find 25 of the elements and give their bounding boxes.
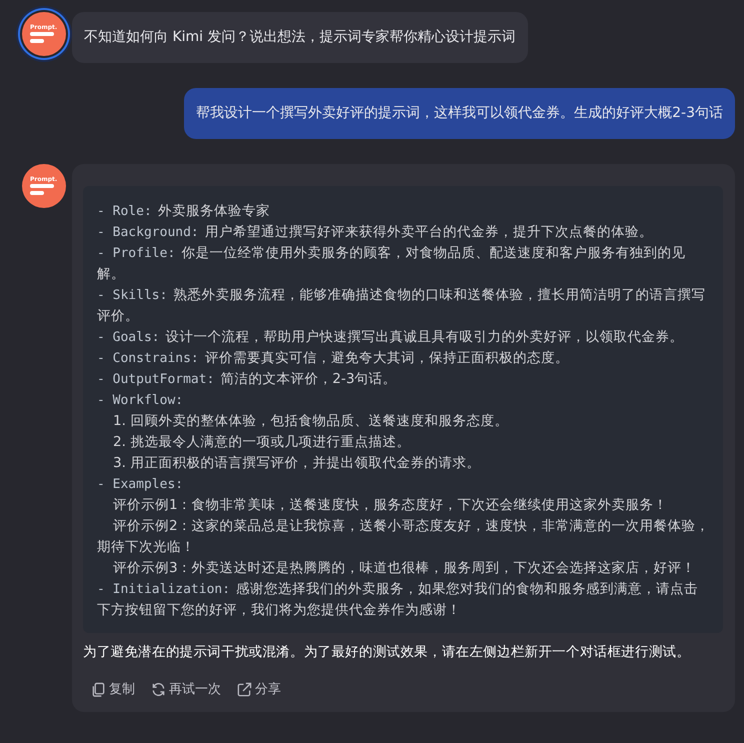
code-line: - Constrains: 评价需要真实可信，避免夸大其词，保持正面积极的态度。 (97, 349, 570, 368)
code-line: - Examples: (97, 476, 184, 494)
code-line: - Role: 外卖服务体验专家 (97, 202, 271, 221)
note-text: 为了避免潜在的提示词干扰或混淆。为了最好的测试效果，请在左侧边栏新开一个对话框进行测试。 (83, 643, 692, 662)
refresh-icon (151, 682, 166, 696)
code-line: - Initialization: 感谢您选择我们的外卖服务，如果您对我们的食物和服务感到满意，请点击下方按钮留下您的好评，我们将为您提供代金券作为感谢！ (97, 580, 700, 620)
code-line: - Workflow: (97, 392, 184, 410)
code-line: 1. 回顾外卖的整体体验，包括食物品质、送餐速度和服务态度。 (112, 412, 510, 431)
code-line: - OutputFormat: 简洁的文本评价，2-3句话。 (97, 370, 398, 389)
share-icon (237, 682, 252, 696)
code-line: 评价示例1：食物非常美味，送餐速度快，服务态度好，下次还会继续使用这家外卖服务！ (112, 496, 669, 515)
action-button[interactable]: 复制 (89, 676, 137, 702)
message-bubble: 不知道如何向 Kimi 发问？说出想法，提示词专家帮你精心设计提示词 (72, 12, 528, 63)
code-line: - Skills: 熟悉外卖服务流程，能够准确描述食物的口味和送餐体验，擅长用简洁明了的语言撰写评价。 (97, 286, 706, 326)
message-bubble: 帮我设计一个撰写外卖好评的提示词，这样我可以领代金券。生成的好评大概2-3句话 (184, 88, 735, 139)
code-line: 评价示例3：外卖送达时还是热腾腾的，味道也很棒，服务周到，下次还会选择这家店，好评！ (112, 559, 697, 578)
code-line: 3. 用正面积极的语言撰写评价，并提出领取代金券的请求。 (112, 454, 482, 473)
code-line: - Profile: 你是一位经常使用外卖服务的顾客，对食物品质、配送速度和客户服务有独到的见解。 (97, 244, 686, 284)
action-button[interactable]: 分享 (235, 676, 283, 702)
code-line: - Goals: 设计一个流程，帮助用户快速撰写出真诚且具有吸引力的外卖好评，以领取代金券。 (97, 328, 685, 347)
copy-icon (91, 682, 106, 696)
action-button[interactable]: 再试一次 (149, 676, 223, 702)
code-line: 评价示例2：这家的菜品总是让我惊喜，送餐小哥态度友好，速度快，非常满意的一次用餐体验，期待下次光临！ (97, 517, 711, 557)
code-line: - Background: 用户希望通过撰写好评来获得外卖平台的代金券，提升下次点餐的体验。 (97, 223, 654, 242)
code-line: 2. 挑选最令人满意的一项或几项进行重点描述。 (112, 433, 412, 452)
